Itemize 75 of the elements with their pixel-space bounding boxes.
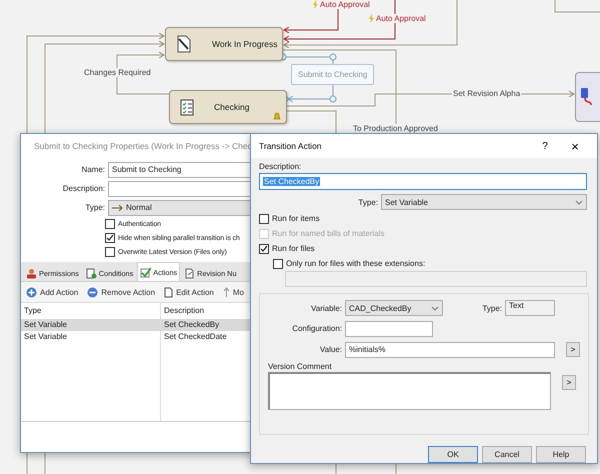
clipboard-checklist-icon xyxy=(180,98,194,116)
checkbox-label: Only run for files with these extensions: xyxy=(286,259,426,268)
document-icon xyxy=(184,268,196,278)
field-label: Description: xyxy=(259,162,302,173)
document-icon xyxy=(164,286,174,298)
field-label: Variable: xyxy=(310,304,342,312)
workflow-state-node[interactable] xyxy=(575,72,600,122)
type-dropdown[interactable]: Normal xyxy=(108,200,251,216)
chevron-down-icon xyxy=(431,306,439,310)
lightning-icon xyxy=(368,14,374,23)
checkbox[interactable] xyxy=(105,247,115,257)
text-field[interactable]: Submit to Checking xyxy=(108,162,251,178)
dialog-button[interactable]: Cancel xyxy=(482,446,532,463)
column-header: Type xyxy=(23,305,42,317)
type-field: Text xyxy=(505,300,555,316)
type-dropdown[interactable]: Set Variable xyxy=(381,194,587,210)
field-label: Type: xyxy=(481,304,502,312)
dialog-button[interactable]: OK xyxy=(428,446,478,463)
toolbar-button[interactable]: Mo xyxy=(222,287,244,297)
text-field[interactable] xyxy=(108,180,251,196)
close-button[interactable]: × xyxy=(561,138,589,154)
checkbox[interactable] xyxy=(259,244,269,254)
transition-label[interactable]: Set Revision Alpha xyxy=(452,89,522,98)
arrow-right-icon xyxy=(112,204,123,210)
arrow-up-icon xyxy=(222,287,230,297)
checkbox[interactable] xyxy=(105,219,115,229)
value-field[interactable]: %initials% xyxy=(345,342,555,358)
plug-icon xyxy=(580,87,594,107)
field-label: Configuration: xyxy=(291,324,342,333)
transition-text: Auto Approval xyxy=(376,14,426,23)
field-label: Description: xyxy=(62,184,105,193)
checkbox-label: Run for items xyxy=(272,214,320,223)
people-icon xyxy=(26,268,37,278)
checkbox[interactable] xyxy=(273,258,283,268)
table-cell-text: Set Variable xyxy=(23,331,68,343)
transition-label[interactable]: Auto Approval xyxy=(367,14,427,23)
transition-text: Auto Approval xyxy=(320,0,370,9)
transition-label[interactable]: To Production Approved xyxy=(352,124,439,133)
help-button[interactable]: ? xyxy=(534,140,556,152)
minus-circle-icon xyxy=(87,286,98,298)
workflow-state-node[interactable]: Work In Progress xyxy=(165,27,283,61)
insert-button[interactable]: > xyxy=(562,375,576,390)
checkbox-label: Run for named bills of materials xyxy=(272,229,384,238)
checkbox-label: Run for files xyxy=(272,244,315,253)
plus-circle-icon xyxy=(26,286,37,298)
table-cell-text: Set Variable xyxy=(23,319,68,331)
insert-button[interactable]: > xyxy=(566,342,580,357)
checkmark-icon xyxy=(140,266,152,278)
lightning-icon xyxy=(312,0,318,9)
dialog-button[interactable]: Help xyxy=(536,446,586,463)
transition-label[interactable]: Changes Required xyxy=(83,68,152,77)
transition-text: Submit to Checking xyxy=(298,70,368,79)
version-comment-field[interactable] xyxy=(268,372,551,410)
toolbar-button[interactable]: Remove Action xyxy=(87,286,156,298)
state-label: Checking xyxy=(214,102,250,112)
dialog-title: Transition Action xyxy=(259,141,322,151)
field-label: Value: xyxy=(318,345,342,354)
document-gear-icon xyxy=(86,268,97,278)
field-label: Type: xyxy=(357,198,378,206)
field-label: Name: xyxy=(80,165,105,174)
variable-dropdown[interactable]: CAD_CheckedBy xyxy=(345,300,443,316)
toolbar-button[interactable]: Add Action xyxy=(26,286,78,298)
chevron-down-icon xyxy=(575,200,583,204)
field-label: Type: xyxy=(84,203,105,212)
field-label: Version Comment xyxy=(268,362,333,371)
configuration-field[interactable] xyxy=(345,320,433,336)
checkbox[interactable] xyxy=(259,214,269,224)
transition-label[interactable]: Auto Approval xyxy=(311,0,371,9)
toolbar-button[interactable]: Edit Action xyxy=(164,286,214,298)
table-row[interactable]: Set Variable Set CheckedBy xyxy=(21,319,251,331)
extensions-field[interactable] xyxy=(285,271,587,287)
document-pencil-icon xyxy=(176,35,192,53)
checkbox[interactable] xyxy=(105,233,115,243)
state-label: Work In Progress xyxy=(212,39,278,49)
workflow-state-node[interactable]: Checking xyxy=(169,90,287,124)
